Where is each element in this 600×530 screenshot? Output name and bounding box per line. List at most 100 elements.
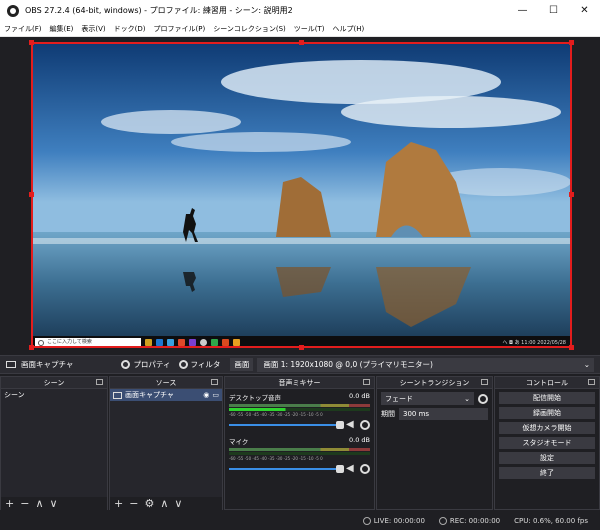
title-bar: OBS 27.2.4 (64-bit, windows) - プロファイル: 練… xyxy=(0,0,600,21)
volume-slider[interactable] xyxy=(229,465,344,473)
obs-taskbar-icon xyxy=(200,338,207,346)
close-button[interactable]: ✕ xyxy=(569,0,600,21)
chevron-down-icon: ⌄ xyxy=(583,360,590,369)
resize-handle-tl[interactable] xyxy=(29,40,34,45)
add-icon[interactable]: + xyxy=(5,497,14,511)
source-toolbar: 画面キャプチャ プロパティ フィルタ 画面 画面 1: 1920x1080 @ … xyxy=(0,355,600,374)
menu-edit[interactable]: 編集(E) xyxy=(50,24,74,34)
slider-knob[interactable] xyxy=(336,465,344,473)
live-time: LIVE: 00:00:00 xyxy=(373,517,425,525)
move-up-icon[interactable]: ∧ xyxy=(160,497,168,511)
start-virtual-camera-button[interactable]: 仮想カメラ開始 xyxy=(499,422,595,434)
undock-icon[interactable] xyxy=(363,379,370,385)
source-item[interactable]: 画面キャプチャ ◉ ▭ xyxy=(110,389,222,401)
resize-handle-l[interactable] xyxy=(29,192,34,197)
obs-logo-icon xyxy=(7,4,19,17)
menu-file[interactable]: ファイル(F) xyxy=(4,24,42,34)
add-icon[interactable]: + xyxy=(114,497,123,511)
rec-status: REC: 00:00:00 xyxy=(438,517,500,525)
properties-label: プロパティ xyxy=(133,360,171,369)
chevron-down-icon: ⌄ xyxy=(464,394,470,403)
menu-tools[interactable]: ツール(T) xyxy=(294,24,325,34)
audio-mixer-dock: 音声ミキサー デスクトップ音声 0.0 dB -60 -55 -50 -45 -… xyxy=(224,376,375,510)
exit-button[interactable]: 終了 xyxy=(499,467,595,479)
menu-view[interactable]: 表示(V) xyxy=(81,24,105,34)
preview-search-box: ここに入力して検索 xyxy=(35,337,141,347)
remove-icon[interactable]: − xyxy=(20,497,29,511)
mixer-dock-header: 音声ミキサー xyxy=(225,377,374,389)
slider-knob[interactable] xyxy=(336,421,344,429)
meter-scale: -60 -55 -50 -45 -40 -35 -30 -25 -20 -15 … xyxy=(229,456,323,461)
menu-profile[interactable]: プロファイル(P) xyxy=(154,24,206,34)
mixer-dock-title: 音声ミキサー xyxy=(278,378,321,387)
system-tray: へ ◘ あ 11:00 2022/05/28 xyxy=(502,339,566,346)
display-select-value: 画面 1: 1920x1080 @ 0,0 (プライマリモニター) xyxy=(263,360,433,369)
menu-help[interactable]: ヘルプ(H) xyxy=(333,24,365,34)
sources-list: 画面キャプチャ ◉ ▭ xyxy=(110,389,222,497)
minimize-button[interactable]: — xyxy=(507,0,538,21)
gear-icon[interactable] xyxy=(360,420,370,430)
remove-icon[interactable]: − xyxy=(129,497,138,511)
undock-icon[interactable] xyxy=(588,379,595,385)
duration-input[interactable]: 300 ms xyxy=(399,408,488,420)
preview-canvas[interactable]: ここに入力して検索 へ ◘ あ 11:00 2022/05/28 xyxy=(31,42,572,348)
app4-icon xyxy=(233,338,240,346)
start-streaming-button[interactable]: 配信開始 xyxy=(499,392,595,404)
resize-handle-r[interactable] xyxy=(569,192,574,197)
gear-icon[interactable] xyxy=(478,393,488,404)
transition-select[interactable]: フェード ⌄ xyxy=(381,392,474,405)
sources-dock-header: ソース xyxy=(110,377,222,389)
live-icon xyxy=(362,517,371,525)
window-title: OBS 27.2.4 (64-bit, windows) - プロファイル: 練… xyxy=(25,6,293,15)
preview-area: ここに入力して検索 へ ◘ あ 11:00 2022/05/28 xyxy=(0,37,600,355)
meter-scale: -60 -55 -50 -45 -40 -35 -30 -25 -20 -15 … xyxy=(229,412,323,417)
undock-icon[interactable] xyxy=(211,379,218,385)
undock-icon[interactable] xyxy=(96,379,103,385)
resize-handle-b[interactable] xyxy=(299,345,304,350)
scenes-toolbar: + − ∧ ∨ xyxy=(1,497,107,511)
maximize-button[interactable]: ☐ xyxy=(538,0,569,21)
controls-dock-header: コントロール xyxy=(495,377,599,389)
transitions-dock-title: シーントランジション xyxy=(399,378,470,387)
speaker-icon[interactable]: ◀ xyxy=(346,464,356,474)
speaker-icon[interactable]: ◀ xyxy=(346,420,356,430)
move-up-icon[interactable]: ∧ xyxy=(35,497,43,511)
resize-handle-bl[interactable] xyxy=(29,345,34,350)
monitor-icon xyxy=(6,361,16,368)
undock-icon[interactable] xyxy=(481,379,488,385)
menu-scene-collection[interactable]: シーンコレクション(S) xyxy=(213,24,286,34)
cpu-status: CPU: 0.6%, 60.00 fps xyxy=(514,517,588,525)
volume-slider[interactable] xyxy=(229,421,344,429)
scene-transitions-dock: シーントランジション フェード ⌄ 期間 300 ms xyxy=(376,376,493,510)
display-select[interactable]: 画面 1: 1920x1080 @ 0,0 (プライマリモニター) ⌄ xyxy=(257,357,594,372)
gear-icon[interactable] xyxy=(360,464,370,474)
status-bar: LIVE: 00:00:00 REC: 00:00:00 CPU: 0.6%, … xyxy=(0,512,600,530)
menu-bar: ファイル(F) 編集(E) 表示(V) ドック(D) プロファイル(P) シーン… xyxy=(0,21,600,37)
start-recording-button[interactable]: 録画開始 xyxy=(499,407,595,419)
volume-meter xyxy=(229,448,370,451)
preview-image xyxy=(31,42,572,336)
scene-item[interactable]: シーン xyxy=(1,389,107,401)
app2-icon xyxy=(211,338,218,346)
resize-handle-br[interactable] xyxy=(569,345,574,350)
mixer-channel: マイク 0.0 dB -60 -55 -50 -45 -40 -35 -30 -… xyxy=(225,433,374,477)
volume-meter xyxy=(229,404,370,407)
resize-handle-tr[interactable] xyxy=(569,40,574,45)
filters-button[interactable]: フィルタ xyxy=(178,359,220,370)
properties-button[interactable]: プロパティ xyxy=(121,359,171,370)
menu-dock[interactable]: ドック(D) xyxy=(114,24,146,34)
lock-icon[interactable]: ▭ xyxy=(212,391,219,399)
move-down-icon[interactable]: ∨ xyxy=(174,497,182,511)
selected-source-name: 画面キャプチャ xyxy=(21,360,74,369)
rec-icon xyxy=(438,517,447,525)
eye-icon[interactable]: ◉ xyxy=(203,391,209,399)
settings-button[interactable]: 設定 xyxy=(499,452,595,464)
explorer-icon xyxy=(145,338,152,346)
app3-icon xyxy=(222,338,229,346)
move-down-icon[interactable]: ∨ xyxy=(50,497,58,511)
resize-handle-t[interactable] xyxy=(299,40,304,45)
controls-dock: コントロール 配信開始 録画開始 仮想カメラ開始 スタジオモード 設定 終了 xyxy=(494,376,600,510)
gear-icon[interactable]: ⚙ xyxy=(144,497,154,511)
sources-toolbar: + − ⚙ ∧ ∨ xyxy=(110,497,222,511)
studio-mode-button[interactable]: スタジオモード xyxy=(499,437,595,449)
